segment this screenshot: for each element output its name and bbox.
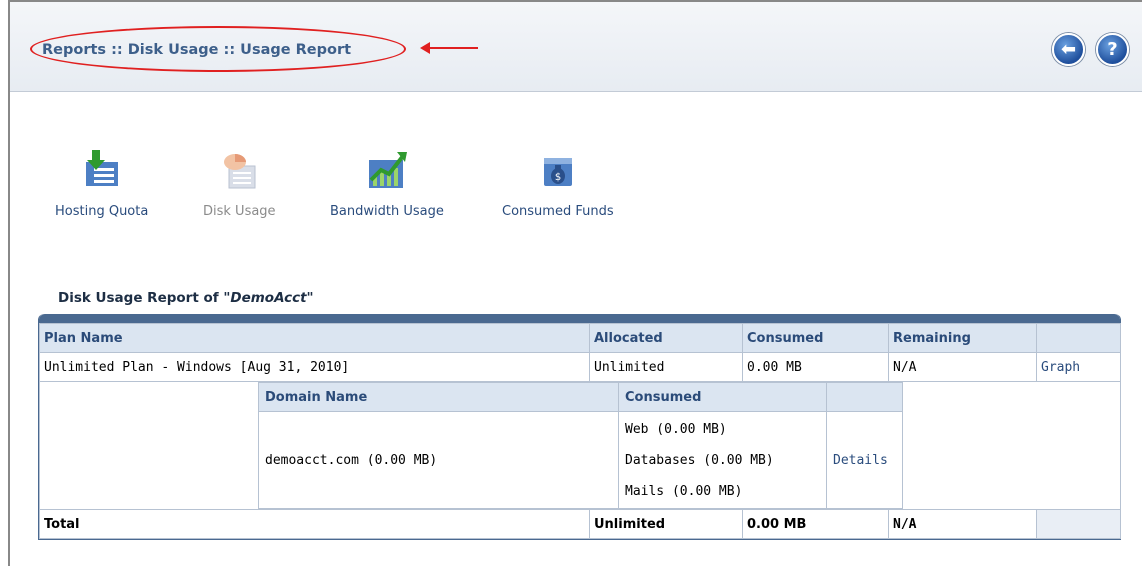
page-header: Reports :: Disk Usage :: Usage Report ⬅ … [10, 2, 1142, 92]
table-cap [39, 314, 1120, 323]
report-account-name: "DemoAcct" [223, 290, 314, 306]
toolbar-label: Disk Usage [203, 204, 276, 219]
remaining-cell: N/A [888, 352, 1037, 382]
disk-usage-icon [224, 154, 256, 189]
total-consumed: 0.00 MB [742, 509, 889, 539]
total-empty-cell [1036, 509, 1121, 539]
hosting-quota-icon [85, 150, 118, 186]
back-button[interactable]: ⬅ [1052, 33, 1085, 66]
toolbar-disk-usage[interactable]: Disk Usage [203, 148, 276, 219]
svg-text:$: $ [555, 172, 561, 183]
mails-usage: Mails (0.00 MB) [625, 483, 743, 499]
domain-detail-row: Domain Name Consumed demoacct.com (0.00 … [39, 381, 1121, 510]
domain-table-wrap: Domain Name Consumed demoacct.com (0.00 … [258, 382, 903, 509]
plan-name-cell: Unlimited Plan - Windows [Aug 31, 2010] [39, 352, 590, 382]
consumed-funds-icon: $ [543, 158, 572, 186]
column-header-domain-action [826, 382, 903, 412]
column-header-remaining: Remaining [888, 323, 1037, 353]
usage-table-body: Plan Name Allocated Consumed Remaining U… [39, 323, 1121, 539]
breadcrumb: Reports :: Disk Usage :: Usage Report [42, 42, 352, 58]
domain-detail-cell: Domain Name Consumed demoacct.com (0.00 … [39, 381, 1121, 510]
usage-table: Plan Name Allocated Consumed Remaining U… [38, 314, 1121, 540]
toolbar-label: Consumed Funds [502, 204, 614, 219]
domain-table: Domain Name Consumed demoacct.com (0.00 … [258, 382, 903, 509]
table-header-row: Plan Name Allocated Consumed Remaining [39, 323, 1121, 353]
toolbar-label: Hosting Quota [55, 204, 149, 219]
total-label: Total [39, 509, 590, 539]
details-link[interactable]: Details [826, 411, 903, 509]
arrow-left-circle-icon: ⬅ [1060, 39, 1077, 60]
column-header-action [1036, 323, 1121, 353]
column-header-allocated: Allocated [589, 323, 743, 353]
toolbar-consumed-funds[interactable]: $ Consumed Funds [502, 148, 614, 219]
domain-consumed-cell: Web (0.00 MB) Databases (0.00 MB) Mails … [618, 411, 827, 509]
graph-link[interactable]: Graph [1036, 352, 1121, 382]
annotation-arrow-icon [420, 42, 478, 54]
report-title: Disk Usage Report of "DemoAcct" [58, 290, 314, 306]
table-row: Unlimited Plan - Windows [Aug 31, 2010] … [39, 352, 1121, 382]
column-header-domain-consumed: Consumed [618, 382, 827, 412]
column-header-domain-name: Domain Name [258, 382, 619, 412]
toolbar-label: Bandwidth Usage [330, 204, 444, 219]
total-row: Total Unlimited 0.00 MB N/A [39, 509, 1121, 539]
domain-header-row: Domain Name Consumed [258, 382, 903, 412]
consumed-cell: 0.00 MB [742, 352, 889, 382]
web-usage: Web (0.00 MB) [625, 421, 727, 437]
column-header-consumed: Consumed [742, 323, 889, 353]
domain-name-cell: demoacct.com (0.00 MB) [258, 411, 619, 509]
toolbar-bandwidth-usage[interactable]: Bandwidth Usage [330, 148, 444, 219]
allocated-cell: Unlimited [589, 352, 743, 382]
help-button[interactable]: ? [1096, 33, 1129, 66]
toolbar-hosting-quota[interactable]: Hosting Quota [55, 148, 148, 219]
databases-usage: Databases (0.00 MB) [625, 452, 774, 468]
column-header-plan-name: Plan Name [39, 323, 590, 353]
question-circle-icon: ? [1107, 39, 1118, 60]
bandwidth-usage-icon [368, 152, 407, 188]
report-title-prefix: Disk Usage Report of [58, 290, 224, 306]
total-remaining: N/A [888, 509, 1037, 539]
total-allocated: Unlimited [589, 509, 743, 539]
table-row: demoacct.com (0.00 MB) Web (0.00 MB) Dat… [258, 411, 903, 509]
